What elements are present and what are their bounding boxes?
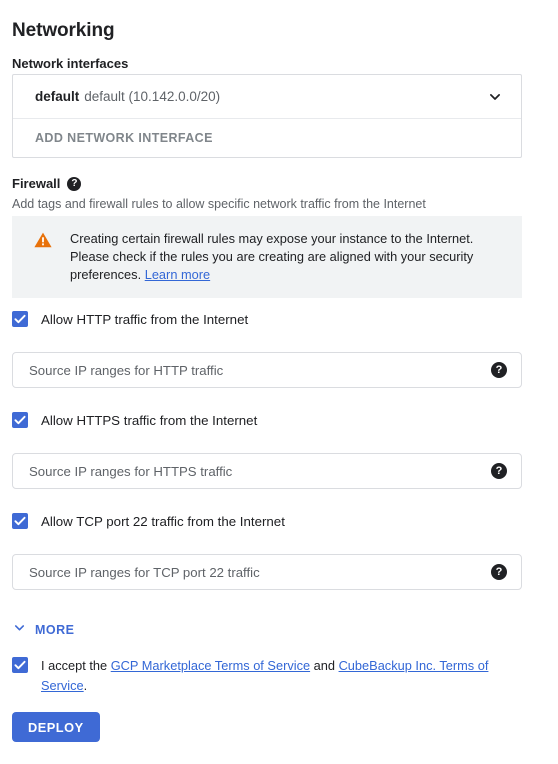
firewall-warning-banner: Creating certain firewall rules may expo… [12, 216, 522, 298]
allow-http-checkbox[interactable] [12, 311, 28, 327]
help-icon[interactable]: ? [67, 176, 82, 191]
allow-tcp22-label: Allow TCP port 22 traffic from the Inter… [41, 513, 285, 529]
networking-page: Networking Network interfaces default de… [0, 0, 558, 764]
learn-more-link[interactable]: Learn more [145, 267, 210, 282]
more-label: MORE [35, 623, 75, 637]
page-title: Networking [12, 20, 115, 41]
terms-middle: and [310, 658, 339, 673]
terms-text: I accept the GCP Marketplace Terms of Se… [41, 656, 512, 696]
firewall-heading: Firewall ? [12, 176, 82, 191]
warning-text: Creating certain firewall rules may expo… [70, 230, 506, 284]
network-interface-description: default (10.142.0.0/20) [84, 89, 221, 104]
https-source-ip-input[interactable] [29, 463, 491, 479]
deploy-button[interactable]: DEPLOY [12, 712, 100, 742]
firewall-label: Firewall [12, 176, 61, 191]
allow-https-row[interactable]: Allow HTTPS traffic from the Internet [12, 412, 257, 428]
chevron-down-icon [12, 620, 27, 640]
network-interface-name: default [35, 89, 80, 104]
allow-https-label: Allow HTTPS traffic from the Internet [41, 412, 258, 428]
allow-http-row[interactable]: Allow HTTP traffic from the Internet [12, 311, 248, 327]
warning-message: Creating certain firewall rules may expo… [70, 231, 474, 282]
tcp22-source-ip-input[interactable] [29, 564, 491, 580]
network-interfaces-card: default default (10.142.0.0/20) ADD NETW… [12, 74, 522, 158]
help-icon[interactable]: ? [491, 362, 507, 378]
chevron-down-icon[interactable] [483, 85, 507, 109]
more-expander[interactable]: MORE [12, 620, 75, 640]
help-icon[interactable]: ? [491, 463, 507, 479]
terms-acceptance-row: I accept the GCP Marketplace Terms of Se… [12, 656, 512, 696]
warning-triangle-icon [34, 232, 52, 284]
allow-http-label: Allow HTTP traffic from the Internet [41, 311, 249, 327]
http-source-ip-field[interactable]: ? [12, 352, 522, 388]
terms-prefix: I accept the [41, 658, 111, 673]
network-interfaces-label: Network interfaces [12, 56, 129, 71]
tcp22-source-ip-field[interactable]: ? [12, 554, 522, 590]
add-network-interface-button[interactable]: ADD NETWORK INTERFACE [13, 119, 521, 157]
gcp-marketplace-terms-link[interactable]: GCP Marketplace Terms of Service [111, 658, 310, 673]
http-source-ip-input[interactable] [29, 362, 491, 378]
firewall-description: Add tags and firewall rules to allow spe… [12, 197, 426, 211]
allow-tcp22-row[interactable]: Allow TCP port 22 traffic from the Inter… [12, 513, 285, 529]
allow-https-checkbox[interactable] [12, 412, 28, 428]
accept-terms-checkbox[interactable] [12, 657, 28, 673]
network-interface-row[interactable]: default default (10.142.0.0/20) [13, 75, 521, 119]
https-source-ip-field[interactable]: ? [12, 453, 522, 489]
terms-suffix: . [83, 678, 88, 693]
help-icon[interactable]: ? [491, 564, 507, 580]
allow-tcp22-checkbox[interactable] [12, 513, 28, 529]
